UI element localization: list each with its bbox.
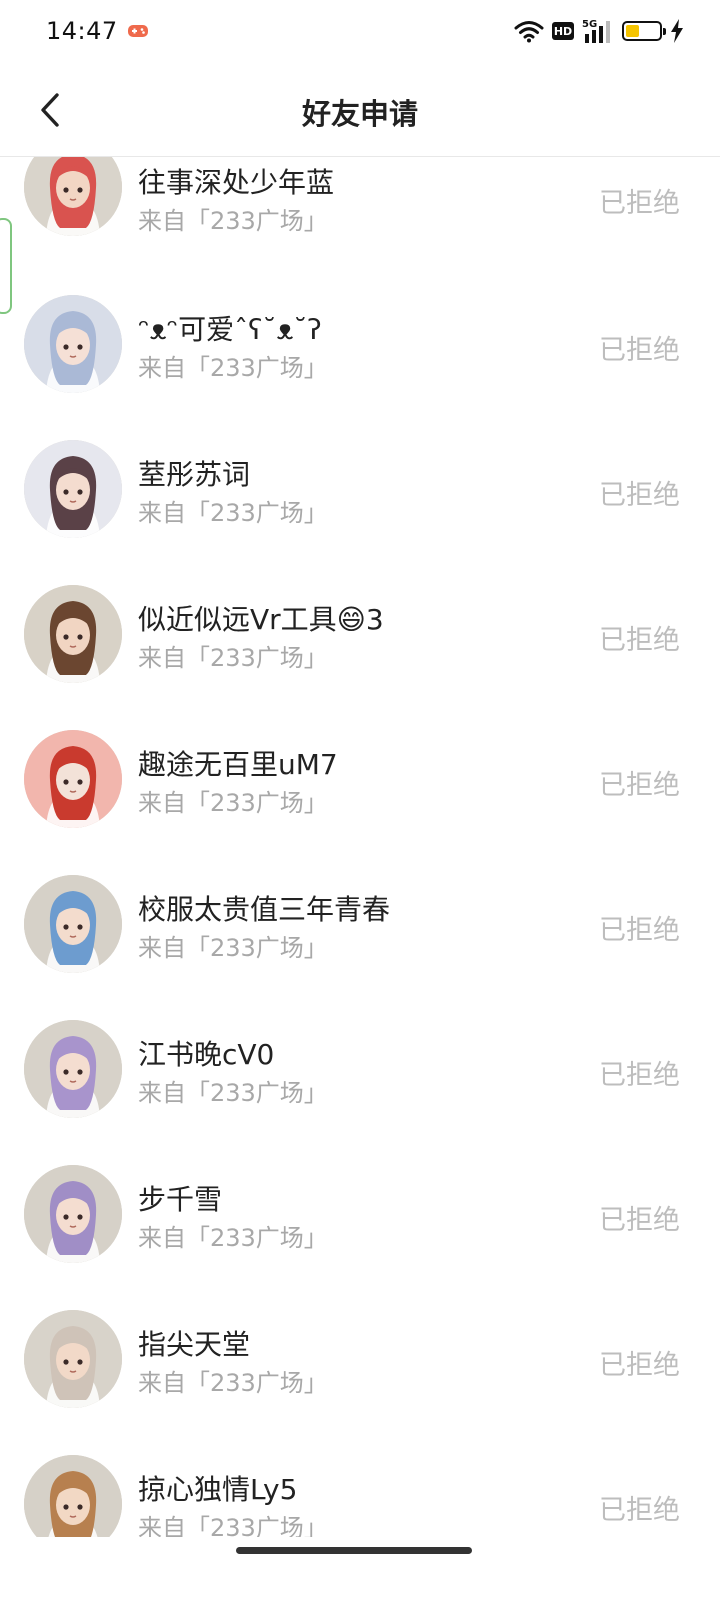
user-avatar[interactable] [24, 875, 122, 973]
battery-icon [622, 21, 666, 41]
network-type-label: 5G [582, 19, 597, 30]
request-source: 来自「233广场」 [138, 1224, 328, 1252]
request-status-label: 已拒绝 [599, 480, 680, 511]
request-source: 来自「233广场」 [138, 789, 328, 817]
user-avatar[interactable] [24, 440, 122, 538]
request-source: 来自「233广场」 [138, 1369, 328, 1397]
status-bar: 14:47 HD 5G [0, 0, 720, 62]
status-time: 14:47 [46, 17, 118, 45]
user-nickname: ᵔᴥᵔ可爱ˆʕ˘ᴥ˘ʔ [138, 313, 322, 346]
request-source: 来自「233广场」 [138, 207, 328, 235]
request-status-label: 已拒绝 [599, 1495, 680, 1526]
hd-badge: HD [552, 22, 574, 40]
user-avatar[interactable] [24, 295, 122, 393]
friend-request-row[interactable]: 荎彤苏词来自「233广场」 已拒绝 [0, 440, 720, 592]
request-source: 来自「233广场」 [138, 1514, 328, 1537]
request-status-label: 已拒绝 [599, 915, 680, 946]
friend-request-row[interactable]: 步千雪来自「233广场」 已拒绝 [0, 1165, 720, 1317]
request-status-label: 已拒绝 [599, 1350, 680, 1381]
request-status-label: 已拒绝 [599, 188, 680, 219]
user-avatar[interactable] [24, 1455, 122, 1537]
home-indicator[interactable] [236, 1547, 472, 1554]
request-status-label: 已拒绝 [599, 335, 680, 366]
user-nickname: 步千雪 [138, 1183, 223, 1216]
page-title: 好友申请 [301, 97, 418, 131]
user-avatar[interactable] [24, 157, 122, 236]
user-nickname: 趣途无百里uM7 [138, 748, 338, 781]
status-icons: HD 5G [514, 16, 684, 46]
user-nickname: 荎彤苏词 [138, 458, 251, 491]
user-nickname: 校服太贵值三年青春 [138, 893, 391, 926]
request-source: 来自「233广场」 [138, 644, 328, 672]
charging-bolt-icon [671, 19, 683, 43]
request-source: 来自「233广场」 [138, 499, 328, 527]
friend-request-row[interactable]: 趣途无百里uM7 来自「233广场」 已拒绝 [0, 730, 720, 882]
user-nickname: 指尖天堂 [138, 1328, 251, 1361]
game-notification-icon [128, 25, 148, 37]
friend-request-row[interactable]: 掠心独情Ly5 来自「233广场」 已拒绝 [0, 1455, 720, 1537]
request-source: 来自「233广场」 [138, 1079, 328, 1107]
user-nickname: 掠心独情Ly5 [138, 1473, 298, 1506]
friend-request-row[interactable]: 校服太贵值三年青春来自「233广场」 已拒绝 [0, 875, 720, 1027]
user-nickname: 往事深处少年蓝 [138, 166, 335, 199]
request-status-label: 已拒绝 [599, 1060, 680, 1091]
request-status-label: 已拒绝 [599, 770, 680, 801]
wifi-icon [514, 21, 544, 43]
friend-request-list: 往事深处少年蓝 来自「233广场」 已拒绝 ᵔᴥᵔ可爱ˆʕ˘ᴥ˘ʔ 来自「233广场」已… [0, 157, 720, 1537]
request-status-label: 已拒绝 [599, 625, 680, 656]
request-source: 来自「233广场」 [138, 934, 328, 962]
user-avatar[interactable] [24, 1165, 122, 1263]
user-avatar[interactable] [24, 1020, 122, 1118]
signal-5g-icon: 5G [582, 19, 610, 43]
friend-request-row[interactable]: 指尖天堂来自「233广场」 已拒绝 [0, 1310, 720, 1462]
user-avatar[interactable] [24, 585, 122, 683]
friend-request-row[interactable]: 往事深处少年蓝来自「233广场」 已拒绝 [0, 157, 720, 300]
friend-request-row[interactable]: 似近似远Vr工具😄3 来自「233广场」 已拒绝 [0, 585, 720, 737]
request-source: 来自「233广场」 [138, 354, 328, 382]
user-avatar[interactable] [24, 1310, 122, 1408]
user-nickname: 江书晚cV0 [138, 1038, 275, 1071]
nav-header: 好友申请 [0, 62, 720, 157]
request-status-label: 已拒绝 [599, 1205, 680, 1236]
user-avatar[interactable] [24, 730, 122, 828]
friend-request-row[interactable]: 江书晚cV0 来自「233广场」 已拒绝 [0, 1020, 720, 1172]
user-nickname: 似近似远Vr工具😄3 [138, 603, 384, 636]
friend-request-row[interactable]: ᵔᴥᵔ可爱ˆʕ˘ᴥ˘ʔ 来自「233广场」 已拒绝 [0, 295, 720, 447]
